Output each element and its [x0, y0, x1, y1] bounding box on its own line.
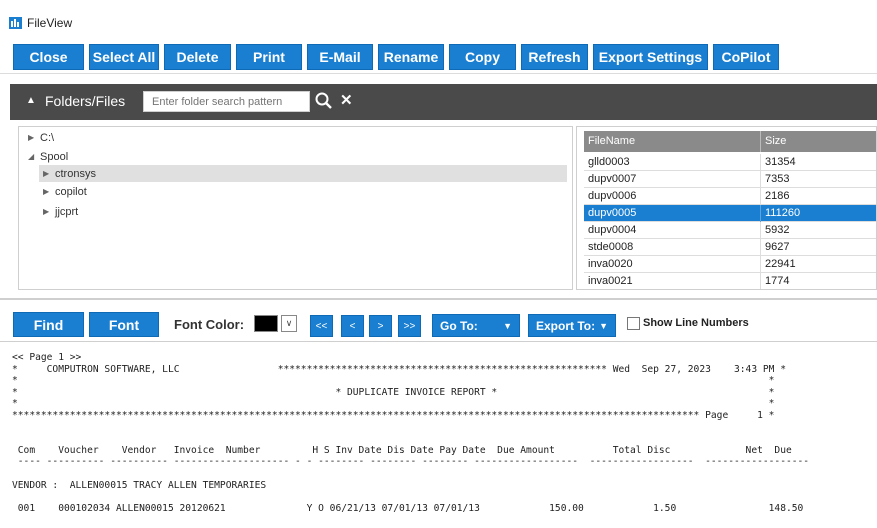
- file-list: FileName Size glld0003 31354 dupv0007 7353…: [576, 126, 877, 290]
- font-color-swatch[interactable]: [254, 315, 278, 332]
- find-button[interactable]: Find: [13, 312, 84, 337]
- caret-up-icon[interactable]: ▲: [26, 95, 36, 106]
- table-row[interactable]: inva0020 22941: [584, 256, 876, 273]
- report-line: [12, 491, 809, 503]
- file-name: dupv0007: [588, 173, 637, 185]
- last-page-button[interactable]: >>: [398, 315, 421, 337]
- tree-item-copilot[interactable]: ▶ copilot: [43, 183, 87, 200]
- export-to-dropdown[interactable]: Export To: ▼: [528, 314, 616, 337]
- window-title: FileView: [27, 16, 73, 30]
- viewer-toolbar: Find Font Font Color: ∨ << < > >> Go To:…: [0, 308, 877, 342]
- tree-item-label: C:\: [40, 131, 55, 144]
- report-viewer[interactable]: << Page 1 >> * COMPUTRON SOFTWARE, LLC **…: [7, 350, 869, 528]
- file-size: 5932: [765, 224, 790, 236]
- font-color-label: Font Color:: [174, 317, 245, 332]
- table-row-selected[interactable]: dupv0005 111260: [584, 205, 876, 222]
- triangle-right-icon[interactable]: ▶: [43, 187, 55, 196]
- export-to-label: Export To:: [536, 319, 596, 333]
- folders-files-header: ▲ Folders/Files ✕: [10, 84, 877, 120]
- report-line: * * DUPLICATE INVOICE REPORT * *: [12, 386, 775, 398]
- export-settings-button[interactable]: Export Settings: [593, 44, 708, 70]
- tree-item-label: jjcprt: [55, 205, 79, 218]
- column-header-filename[interactable]: FileName: [588, 135, 635, 147]
- tree-item-c-drive[interactable]: ▶ C:\: [28, 129, 54, 146]
- report-text: << Page 1 >> * COMPUTRON SOFTWARE, LLC **…: [12, 352, 809, 514]
- main-toolbar: Close Select All Delete Print E-Mail Ren…: [0, 38, 877, 74]
- email-button[interactable]: E-Mail: [307, 44, 373, 70]
- show-line-numbers-label: Show Line Numbers: [643, 317, 749, 329]
- tree-item-label: Spool: [40, 150, 69, 163]
- table-row[interactable]: dupv0007 7353: [584, 171, 876, 188]
- file-name: inva0021: [588, 275, 633, 287]
- previous-page-button[interactable]: <: [341, 315, 364, 337]
- file-name: dupv0006: [588, 190, 637, 202]
- tree-item-ctronsys[interactable]: ▶ ctronsys: [39, 165, 567, 182]
- report-line: Com Voucher Vendor Invoice Number H S In…: [12, 444, 792, 456]
- file-name: stde0008: [588, 241, 634, 253]
- go-to-label: Go To:: [440, 319, 478, 333]
- tree-item-label: ctronsys: [55, 167, 96, 180]
- triangle-down-icon[interactable]: ◢: [28, 152, 40, 161]
- report-line: [12, 468, 809, 480]
- triangle-right-icon[interactable]: ▶: [28, 133, 40, 142]
- chevron-down-icon[interactable]: ∨: [281, 315, 297, 332]
- file-size: 31354: [765, 156, 796, 168]
- triangle-down-icon: ▼: [599, 321, 608, 331]
- font-button[interactable]: Font: [89, 312, 159, 337]
- app-icon: [9, 17, 22, 29]
- report-line: 001 000102034 ALLEN00015 20120621 Y O 06…: [12, 502, 804, 514]
- folder-search-input[interactable]: [143, 91, 310, 112]
- first-page-button[interactable]: <<: [310, 315, 333, 337]
- report-line: << Page 1 >>: [12, 352, 82, 363]
- print-button[interactable]: Print: [236, 44, 302, 70]
- rename-button[interactable]: Rename: [378, 44, 444, 70]
- go-to-dropdown[interactable]: Go To: ▼: [432, 314, 520, 337]
- file-size: 2186: [765, 190, 790, 202]
- table-row[interactable]: stde0008 9627: [584, 239, 876, 256]
- copy-button[interactable]: Copy: [449, 44, 516, 70]
- refresh-button[interactable]: Refresh: [521, 44, 588, 70]
- file-size: 111260: [765, 207, 801, 219]
- table-row[interactable]: glld0003 31354: [584, 154, 876, 171]
- folder-tree: ▶ C:\ ◢ Spool ▶ ctronsys ▶ copilot ▶ jjc…: [18, 126, 573, 290]
- report-line: [12, 422, 809, 434]
- table-row[interactable]: inva0021 1774: [584, 273, 876, 289]
- tree-item-spool[interactable]: ◢ Spool: [28, 148, 68, 165]
- report-line: VENDOR : ALLEN00015 TRACY ALLEN TEMPORAR…: [12, 479, 267, 491]
- file-list-header: FileName Size: [584, 131, 876, 152]
- title-bar: FileView: [0, 8, 877, 38]
- report-line: ---- ---------- ---------- -------------…: [12, 456, 810, 468]
- file-name: dupv0004: [588, 224, 637, 236]
- file-size: 7353: [765, 173, 790, 185]
- file-size: 22941: [765, 258, 796, 270]
- report-line: ****************************************…: [12, 409, 775, 421]
- close-icon[interactable]: ✕: [340, 91, 353, 109]
- select-all-button[interactable]: Select All: [89, 44, 159, 70]
- file-name: dupv0005: [588, 207, 637, 219]
- panel-splitter[interactable]: [0, 298, 877, 300]
- next-page-button[interactable]: >: [369, 315, 392, 337]
- tree-item-jjcprt[interactable]: ▶ jjcprt: [43, 203, 78, 220]
- report-line: * *: [12, 375, 775, 387]
- show-line-numbers-checkbox[interactable]: [627, 317, 640, 330]
- close-button[interactable]: Close: [13, 44, 84, 70]
- tree-item-label: copilot: [55, 185, 87, 198]
- column-header-size[interactable]: Size: [765, 135, 786, 147]
- report-line: * COMPUTRON SOFTWARE, LLC **************…: [12, 363, 786, 375]
- file-size: 9627: [765, 241, 790, 253]
- triangle-down-icon: ▼: [503, 321, 512, 331]
- copilot-button[interactable]: CoPilot: [713, 44, 779, 70]
- triangle-right-icon[interactable]: ▶: [43, 169, 55, 178]
- folders-files-label: Folders/Files: [45, 93, 126, 109]
- report-line: [12, 433, 809, 445]
- table-row[interactable]: dupv0006 2186: [584, 188, 876, 205]
- file-size: 1774: [765, 275, 790, 287]
- delete-button[interactable]: Delete: [164, 44, 231, 70]
- search-icon[interactable]: [314, 90, 334, 112]
- file-name: inva0020: [588, 258, 633, 270]
- file-name: glld0003: [588, 156, 630, 168]
- report-line: * *: [12, 398, 775, 410]
- table-row[interactable]: dupv0004 5932: [584, 222, 876, 239]
- triangle-right-icon[interactable]: ▶: [43, 207, 55, 216]
